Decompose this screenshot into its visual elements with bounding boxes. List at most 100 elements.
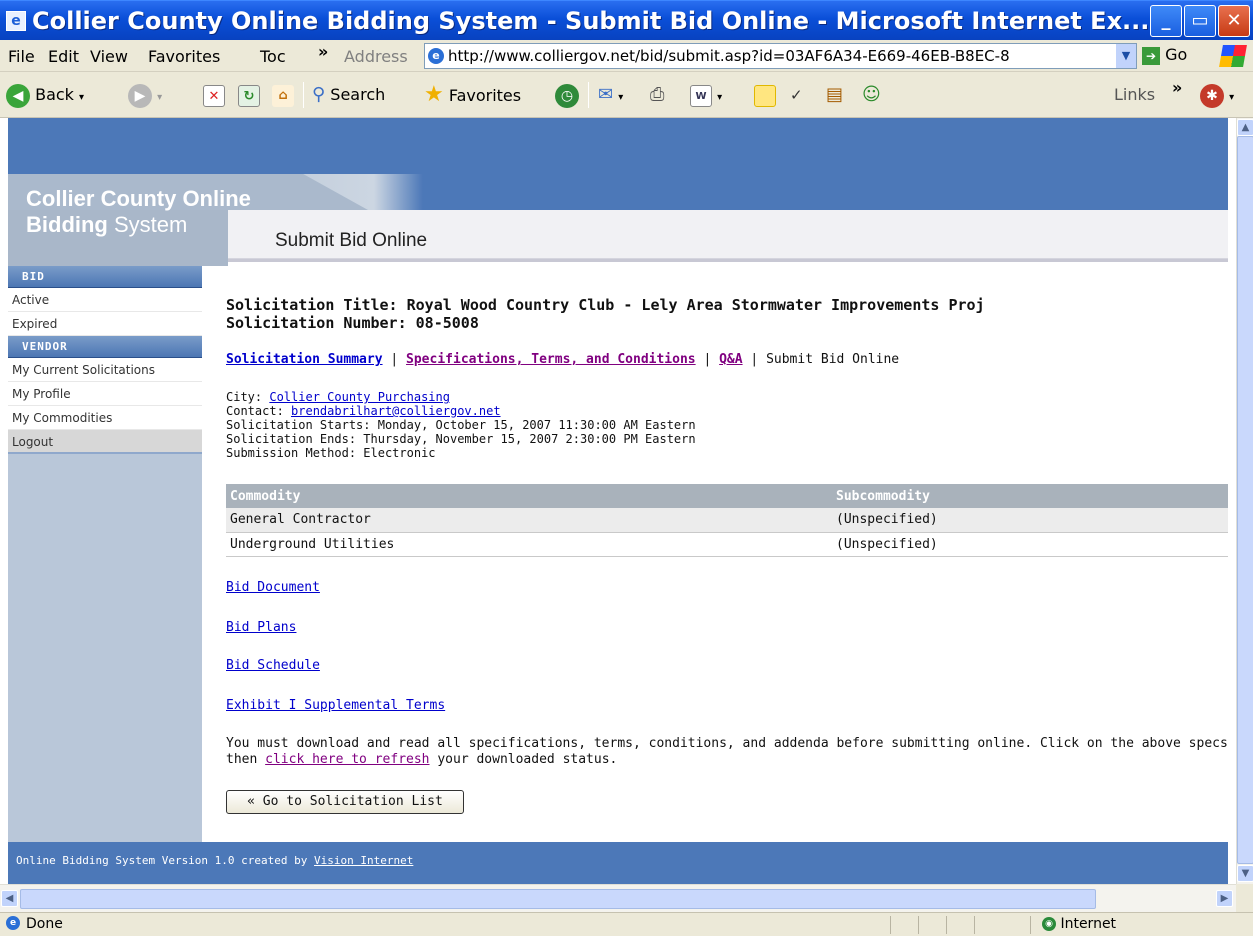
address-dropdown-icon[interactable]: ▼ <box>1116 44 1136 68</box>
toolbar-separator <box>303 82 304 108</box>
footer-vision-link[interactable]: Vision Internet <box>314 854 413 867</box>
address-field[interactable]: e http://www.colliergov.net/bid/submit.a… <box>424 43 1137 69</box>
meta-contact: Contact: brendabrilhart@colliergov.net <box>226 404 501 418</box>
solicitation-nav: Solicitation Summary | Specifications, T… <box>226 352 899 367</box>
nav-separator: | <box>382 352 407 367</box>
table-cell: Underground Utilities <box>226 532 832 557</box>
maximize-button[interactable]: ▭ <box>1184 5 1216 37</box>
history-icon: ◷ <box>555 83 579 108</box>
go-button[interactable]: ➔ Go <box>1142 45 1187 65</box>
refresh-button[interactable]: ↻ <box>238 81 260 109</box>
sidebar-item-active[interactable]: Active <box>8 288 202 312</box>
print-button[interactable]: ⎙ <box>650 81 664 109</box>
scroll-left-icon[interactable]: ◀ <box>1 890 18 907</box>
contact-label: Contact: <box>226 404 292 418</box>
back-button[interactable]: ◀ Back ▾ <box>6 81 84 109</box>
edit-dropdown-icon[interactable]: ▾ <box>717 92 722 103</box>
links-label[interactable]: Links <box>1114 81 1155 109</box>
header-band <box>8 118 1228 174</box>
translate-button[interactable]: ✱ ▾ <box>1200 81 1234 109</box>
menu-file[interactable]: File <box>8 47 35 66</box>
menu-overflow-chevron[interactable]: » <box>318 42 328 61</box>
nav-qa[interactable]: Q&A <box>719 352 742 367</box>
forward-button[interactable]: ▶ ▾ <box>128 81 162 109</box>
bid-schedule-link[interactable]: Bid Schedule <box>226 658 320 673</box>
mail-button[interactable]: ✉ ▾ <box>598 81 623 109</box>
bid-plans-link[interactable]: Bid Plans <box>226 620 296 635</box>
ie-window-icon[interactable]: e <box>6 11 26 31</box>
city-link[interactable]: Collier County Purchasing <box>269 390 450 404</box>
sidebar-item-current-solicitations[interactable]: My Current Solicitations <box>8 358 202 382</box>
history-button[interactable]: ◷ <box>555 81 579 109</box>
translate-dropdown-icon[interactable]: ▾ <box>1229 92 1234 103</box>
minimize-button[interactable]: _ <box>1150 5 1182 37</box>
horizontal-scrollbar[interactable]: ◀ ▶ <box>0 884 1236 912</box>
sidebar-item-commodities[interactable]: My Commodities <box>8 406 202 430</box>
edit-word-button[interactable]: W ▾ <box>690 81 722 109</box>
notice-prefix: then <box>226 752 266 767</box>
research-button[interactable]: ▤ <box>826 81 843 109</box>
spellcheck-button[interactable]: ✓ <box>790 81 803 109</box>
sidebar-item-profile[interactable]: My Profile <box>8 382 202 406</box>
favorites-label: Favorites <box>448 86 522 105</box>
logo-bidding: Bidding <box>26 212 108 237</box>
forward-dropdown-icon[interactable]: ▾ <box>157 92 162 103</box>
forward-arrow-icon: ▶ <box>128 83 152 108</box>
sidebar-item-logout[interactable]: Logout <box>8 430 202 454</box>
research-icon: ▤ <box>826 84 844 105</box>
note-icon <box>754 84 776 107</box>
vertical-scrollbar[interactable]: ▲ ▼ <box>1236 118 1253 884</box>
status-divider <box>918 916 919 934</box>
nav-separator: | <box>695 352 720 367</box>
messenger-button[interactable]: ☺ <box>862 81 881 109</box>
nav-specifications[interactable]: Specifications, Terms, and Conditions <box>406 352 696 367</box>
bid-document-link[interactable]: Bid Document <box>226 580 320 595</box>
toolbar-overflow-chevron[interactable]: » <box>1172 74 1182 102</box>
windows-logo-icon <box>1219 45 1247 67</box>
menu-edit[interactable]: Edit <box>48 47 79 66</box>
search-button[interactable]: ⚲ Search <box>312 81 385 109</box>
status-divider <box>890 916 891 934</box>
stop-button[interactable]: ✕ <box>203 81 225 109</box>
table-row: Underground Utilities (Unspecified) <box>226 532 1228 557</box>
menu-favorites[interactable]: Favorites <box>148 47 220 66</box>
back-dropdown-icon[interactable]: ▾ <box>79 92 84 103</box>
favorites-button[interactable]: ★ Favorites <box>424 81 521 109</box>
city-label: City: <box>226 390 270 404</box>
horizontal-scroll-thumb[interactable] <box>20 889 1096 909</box>
status-divider <box>946 916 947 934</box>
go-arrow-icon: ➔ <box>1142 46 1160 65</box>
scroll-right-icon[interactable]: ▶ <box>1216 890 1233 907</box>
scroll-down-icon[interactable]: ▼ <box>1237 865 1253 882</box>
zone-indicator: ◉ Internet <box>1042 916 1116 932</box>
scroll-up-icon[interactable]: ▲ <box>1237 119 1253 136</box>
solicitation-number: Solicitation Number: 08-5008 <box>226 314 479 332</box>
site-header: Collier County Online Bidding System Sub… <box>8 118 1228 266</box>
vertical-scroll-thumb[interactable] <box>1237 136 1253 864</box>
word-icon: W <box>690 84 712 107</box>
home-button[interactable]: ⌂ <box>272 81 294 109</box>
sidebar-item-expired[interactable]: Expired <box>8 312 202 336</box>
spellcheck-icon: ✓ <box>790 86 803 104</box>
address-label: Address <box>344 47 408 66</box>
page-title: Submit Bid Online <box>275 230 428 251</box>
mail-dropdown-icon[interactable]: ▾ <box>618 92 623 103</box>
discuss-button[interactable] <box>754 81 776 109</box>
nav-current: Submit Bid Online <box>766 352 900 367</box>
search-icon: ⚲ <box>312 84 326 105</box>
go-to-solicitation-list-button[interactable]: « Go to Solicitation List <box>226 790 464 814</box>
commodity-table: Commodity Subcommodity General Contracto… <box>226 484 1228 557</box>
address-url[interactable]: http://www.colliergov.net/bid/submit.asp… <box>448 47 1108 65</box>
stop-icon: ✕ <box>203 84 225 107</box>
close-button[interactable]: ✕ <box>1218 5 1250 37</box>
table-cell: General Contractor <box>226 508 832 533</box>
menu-tools[interactable]: Toc <box>260 47 286 66</box>
refresh-status-link[interactable]: click here to refresh <box>265 752 429 767</box>
table-cell: (Unspecified) <box>832 508 1228 533</box>
menu-view[interactable]: View <box>90 47 128 66</box>
nav-solicitation-summary[interactable]: Solicitation Summary <box>226 352 383 367</box>
go-label: Go <box>1165 45 1188 64</box>
status-bar: e Done ◉ Internet <box>0 912 1253 936</box>
exhibit-terms-link[interactable]: Exhibit I Supplemental Terms <box>226 698 445 713</box>
contact-email-link[interactable]: brendabrilhart@colliergov.net <box>291 404 501 418</box>
